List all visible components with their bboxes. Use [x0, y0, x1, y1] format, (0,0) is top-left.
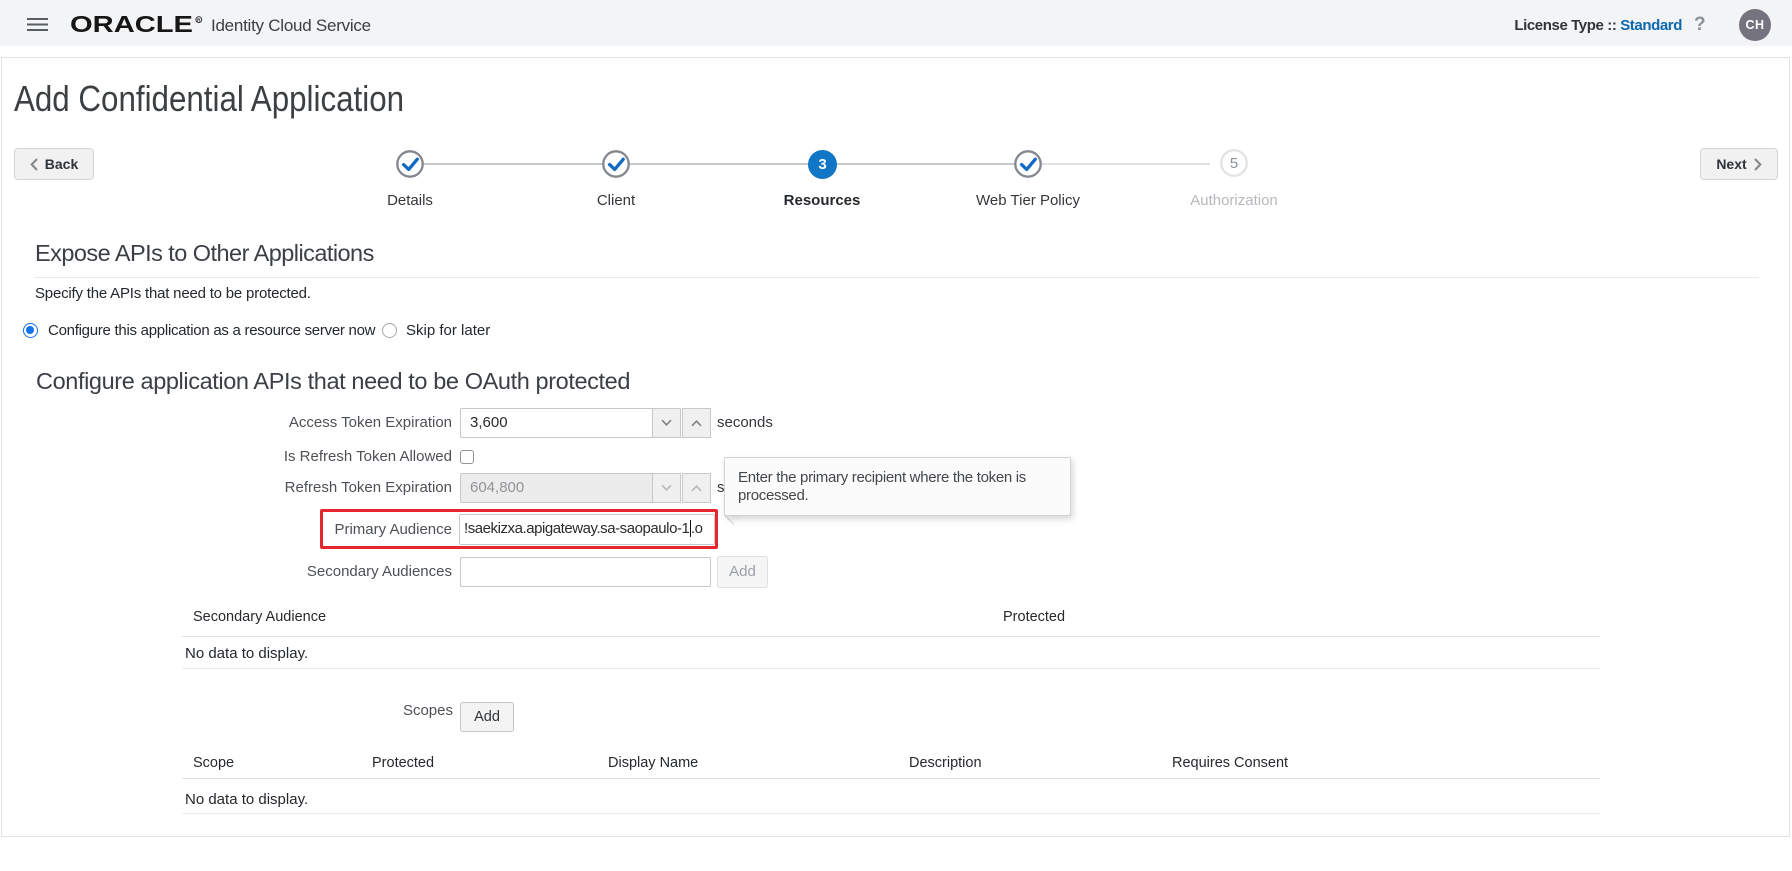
svg-text:5: 5: [1230, 155, 1238, 172]
svg-text:ORACLE: ORACLE: [70, 15, 193, 35]
